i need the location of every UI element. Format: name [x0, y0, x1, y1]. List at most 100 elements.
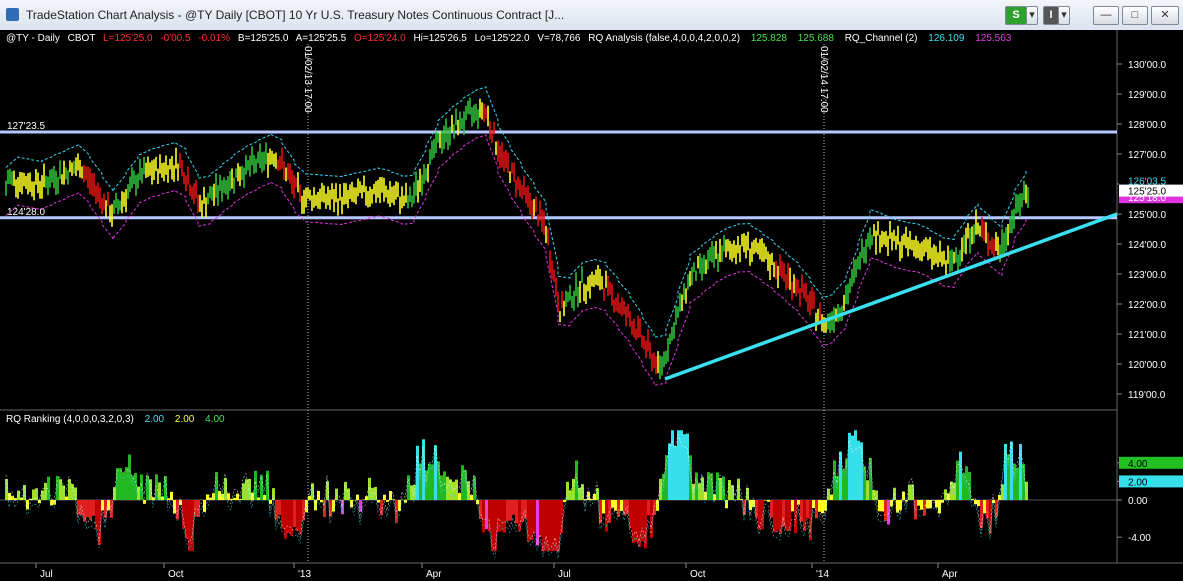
- osc-bar: [149, 479, 152, 500]
- osc-bar: [275, 500, 278, 520]
- osc-bar: [617, 500, 620, 517]
- osc-bar: [383, 494, 386, 500]
- time-separator-label: 01/02/14 17:00: [818, 46, 829, 113]
- osc-bar: [761, 500, 764, 530]
- osc-tag-4: 4.00: [1128, 459, 1148, 470]
- osc-bar: [968, 471, 971, 500]
- osc-bar: [671, 430, 674, 500]
- osc-bar: [542, 500, 545, 552]
- osc-bar: [647, 500, 650, 516]
- osc-tag-2: 2.00: [1128, 477, 1148, 488]
- chart-area[interactable]: @TY - Daily CBOT L=125'25.0 -0'00.5 -0.0…: [0, 30, 1183, 581]
- osc-bar: [1019, 444, 1022, 500]
- close-button[interactable]: ✕: [1151, 6, 1179, 25]
- price-tick-label: 120'00.0: [1128, 360, 1166, 371]
- osc-bar: [521, 500, 524, 523]
- osc-bar: [428, 463, 431, 500]
- osc-bar: [785, 500, 788, 531]
- time-label: Jul: [40, 569, 53, 580]
- osc-bar: [677, 430, 680, 500]
- window-titlebar: TradeStation Chart Analysis - @TY Daily …: [0, 0, 1183, 31]
- osc-bar: [926, 500, 929, 509]
- osc-bar: [122, 472, 125, 500]
- chevron-down-icon[interactable]: ▾: [1026, 6, 1038, 25]
- osc-bar: [683, 434, 686, 500]
- osc-bar: [281, 500, 284, 529]
- osc-bar: [884, 500, 887, 522]
- maximize-button[interactable]: □: [1122, 6, 1148, 25]
- osc-bar: [455, 479, 458, 500]
- osc-bar: [452, 481, 455, 500]
- osc-bar: [803, 500, 806, 532]
- osc-bar: [218, 491, 221, 500]
- osc-bar: [509, 500, 512, 521]
- osc-bar: [143, 500, 146, 504]
- osc-bar: [125, 467, 128, 500]
- osc-bar: [254, 470, 257, 500]
- osc-bar: [818, 500, 821, 512]
- osc-tick-label: -4.00: [1128, 533, 1151, 544]
- osc-bar: [1007, 454, 1010, 500]
- osc-bar: [551, 500, 554, 552]
- level-label-upper: 127'23.5: [7, 121, 45, 132]
- osc-bar: [653, 500, 656, 516]
- osc-bar: [89, 500, 92, 520]
- osc-bar: [1013, 463, 1016, 500]
- price-tick-label: 128'00.0: [1128, 120, 1166, 131]
- osc-bar: [881, 500, 884, 512]
- price-tick-label: 129'00.0: [1128, 90, 1166, 101]
- osc-bar: [209, 497, 212, 500]
- osc-bar: [167, 498, 170, 500]
- strategy-button[interactable]: S: [1005, 6, 1027, 25]
- price-tick-label: 119'00.0: [1128, 390, 1166, 401]
- osc-bar: [536, 500, 539, 546]
- osc-bar: [1022, 464, 1025, 500]
- osc-bar: [461, 465, 464, 500]
- osc-bar: [854, 430, 857, 500]
- osc-bar: [737, 478, 740, 500]
- osc-bar: [443, 471, 446, 500]
- osc-bar: [674, 446, 677, 500]
- osc-bar: [563, 500, 566, 502]
- osc-bar: [59, 479, 62, 500]
- osc-bar: [533, 500, 536, 534]
- osc-bar: [221, 493, 224, 500]
- osc-bar: [446, 476, 449, 500]
- osc-bar: [917, 500, 920, 506]
- osc-bar: [530, 500, 533, 540]
- osc-bar: [728, 480, 731, 500]
- price-tick-label: 125'00.0: [1128, 210, 1166, 221]
- osc-bar: [68, 479, 71, 500]
- osc-bar: [512, 500, 515, 515]
- osc-bar: [581, 484, 584, 500]
- osc-bar: [92, 500, 95, 516]
- osc-bar: [26, 500, 29, 510]
- time-separator-label: 01/02/13 17:00: [302, 46, 313, 113]
- osc-bar: [878, 500, 881, 512]
- price-tick-label: 130'00.0: [1128, 60, 1166, 71]
- osc-tick-label: 0.00: [1128, 496, 1148, 507]
- minimize-button[interactable]: —: [1093, 6, 1119, 25]
- tradestation-icon: [6, 8, 19, 21]
- osc-bar: [977, 500, 980, 506]
- osc-bar: [797, 500, 800, 505]
- time-label: Oct: [690, 569, 706, 580]
- info-button[interactable]: I: [1043, 6, 1059, 25]
- osc-bar: [518, 500, 521, 532]
- osc-bar: [836, 476, 839, 500]
- level-label-lower: 124'28.0: [7, 207, 45, 218]
- osc-bar: [1004, 443, 1007, 500]
- price-tick-label: 122'00.0: [1128, 300, 1166, 311]
- osc-bar: [923, 500, 926, 516]
- osc-bar: [851, 435, 854, 500]
- chevron-down-icon[interactable]: ▾: [1058, 6, 1070, 25]
- osc-bar: [845, 458, 848, 500]
- osc-bar: [65, 496, 68, 500]
- price-tick-label: 124'00.0: [1128, 240, 1166, 251]
- osc-bar: [782, 500, 785, 527]
- current-price-tag: 125'25.0: [1128, 187, 1166, 198]
- price-tick-label: 121'00.0: [1128, 330, 1166, 341]
- osc-bar: [776, 500, 779, 531]
- osc-bar: [416, 445, 419, 500]
- osc-bar: [869, 458, 872, 500]
